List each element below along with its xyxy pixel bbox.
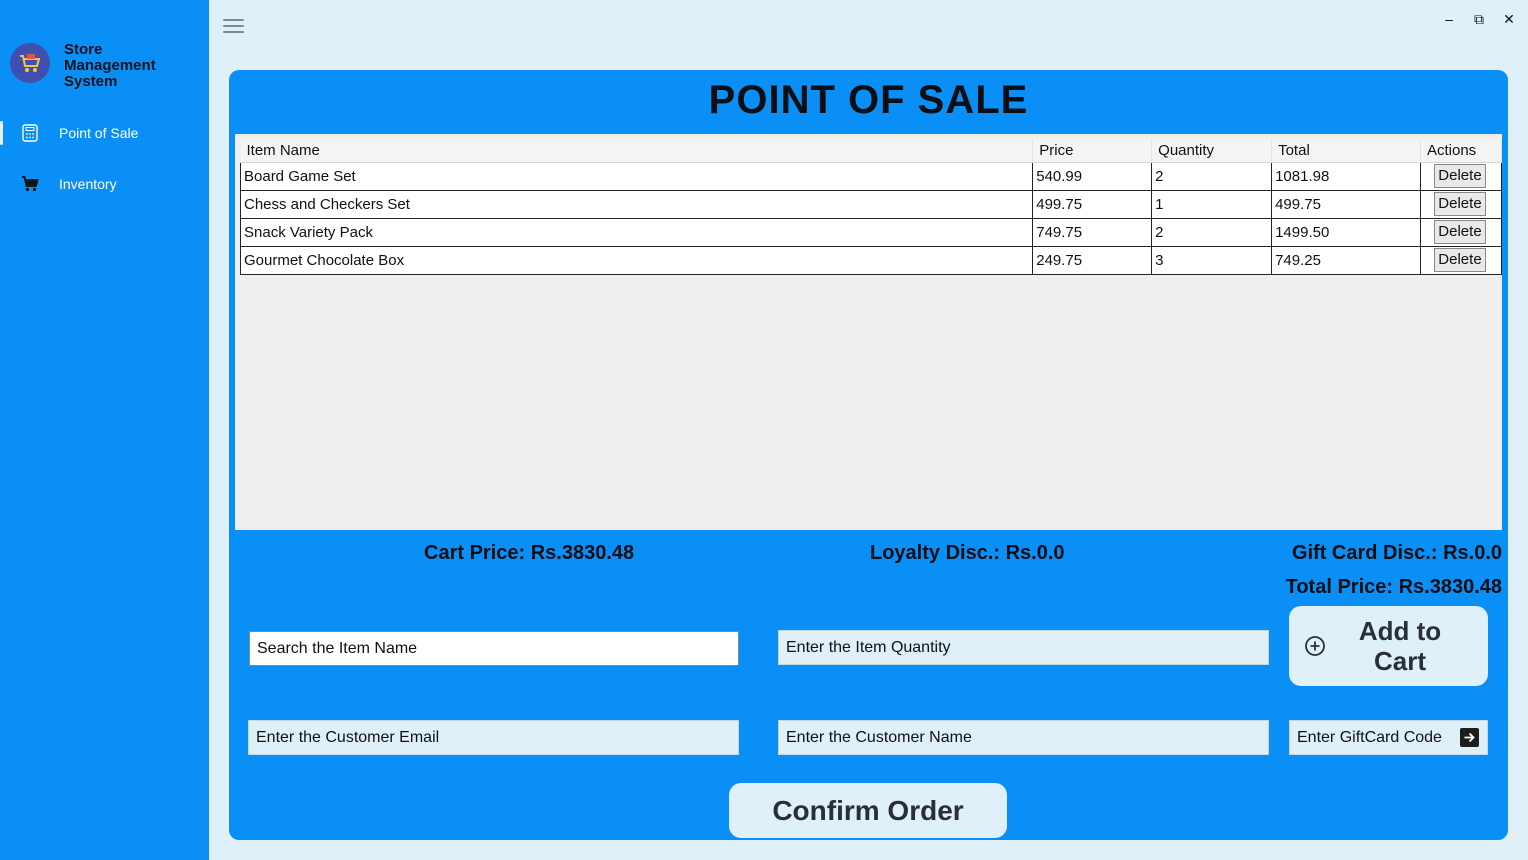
window-controls: – ⧉ ✕ [1442,10,1516,28]
calculator-icon [21,124,39,142]
column-header-total[interactable]: Total [1271,140,1421,163]
cell-price: 540.99 [1032,162,1153,191]
customer-email-input[interactable]: Enter the Customer Email [248,720,739,755]
cart-table-area: Item Name Price Quantity Total Actions B… [235,134,1503,530]
column-header-price[interactable]: Price [1032,140,1153,163]
sidebar-item-point-of-sale[interactable]: Point of Sale [0,116,209,150]
cart-icon [21,175,39,193]
app-logo [10,43,50,83]
cell-quantity: 2 [1151,162,1273,191]
column-header-actions: Actions [1420,140,1503,163]
cell-quantity: 1 [1151,190,1273,219]
plus-circle-icon [1305,636,1325,656]
cell-quantity: 2 [1151,218,1273,247]
table-row[interactable]: Board Game Set 540.99 2 1081.98 Delete [239,162,1503,191]
item-quantity-input[interactable]: Enter the Item Quantity [778,630,1269,665]
cell-total: 499.75 [1271,190,1421,219]
loyalty-discount-label: Loyalty Disc.: Rs.0.0 [870,542,1065,564]
cell-total: 749.25 [1271,246,1421,275]
arrow-right-icon [1464,732,1475,743]
table-header-row: Item Name Price Quantity Total Actions [240,140,1503,163]
column-header-quantity[interactable]: Quantity [1151,140,1273,163]
cell-item-name: Chess and Checkers Set [239,190,1034,219]
cart-price-label: Cart Price: Rs.3830.48 [424,542,635,564]
delete-button[interactable]: Delete [1433,192,1486,216]
maximize-button[interactable]: ⧉ [1472,10,1486,28]
cell-actions: Delete [1419,162,1503,191]
sidebar-item-label: Point of Sale [59,125,139,141]
gift-card-discount-label: Gift Card Disc.: Rs.0.0 [1291,542,1502,564]
sidebar-item-label: Inventory [59,176,117,192]
cart-table: Item Name Price Quantity Total Actions B… [239,140,1503,275]
apply-giftcard-button[interactable] [1460,728,1479,747]
cell-quantity: 3 [1151,246,1273,275]
table-row[interactable]: Gourmet Chocolate Box 249.75 3 749.25 De… [239,246,1503,275]
cell-actions: Delete [1419,246,1503,275]
cell-price: 749.75 [1032,218,1153,247]
page-title: POINT OF SALE [708,78,1029,122]
confirm-order-button[interactable]: Confirm Order [729,783,1007,838]
cell-item-name: Gourmet Chocolate Box [239,246,1034,275]
cell-price: 499.75 [1032,190,1153,219]
cell-actions: Delete [1419,218,1503,247]
cell-total: 1081.98 [1271,162,1421,191]
table-row[interactable]: Chess and Checkers Set 499.75 1 499.75 D… [239,190,1503,219]
cell-price: 249.75 [1032,246,1153,275]
close-button[interactable]: ✕ [1502,10,1516,28]
cell-actions: Delete [1419,190,1503,219]
hamburger-icon [223,19,244,21]
giftcard-code-field: Enter GiftCard Code [1289,720,1488,755]
pos-panel: POINT OF SALE Item Name Price Quantity T… [229,70,1508,840]
delete-button[interactable]: Delete [1433,248,1486,272]
item-search-input[interactable]: Search the Item Name [249,631,739,666]
delete-button[interactable]: Delete [1433,164,1486,188]
add-to-cart-label: Add to Cart [1358,616,1442,676]
giftcard-code-input[interactable]: Enter GiftCard Code [1297,729,1442,747]
minimize-button[interactable]: – [1442,10,1456,28]
delete-button[interactable]: Delete [1433,220,1486,244]
cell-total: 1499.50 [1271,218,1421,247]
customer-name-input[interactable]: Enter the Customer Name [778,720,1269,755]
cell-item-name: Board Game Set [239,162,1034,191]
sidebar: Store Management System Point of Sale In… [0,0,209,860]
menu-toggle-button[interactable] [223,19,244,35]
shopping-cart-logo-icon [20,54,41,72]
sidebar-item-inventory[interactable]: Inventory [0,167,209,201]
add-to-cart-button[interactable]: Add to Cart [1289,606,1488,686]
total-price-label: Total Price: Rs.3830.48 [1285,576,1502,598]
column-header-item-name[interactable]: Item Name [240,140,1034,163]
cell-item-name: Snack Variety Pack [239,218,1034,247]
table-row[interactable]: Snack Variety Pack 749.75 2 1499.50 Dele… [239,218,1503,247]
app-title: Store Management System [64,41,156,90]
